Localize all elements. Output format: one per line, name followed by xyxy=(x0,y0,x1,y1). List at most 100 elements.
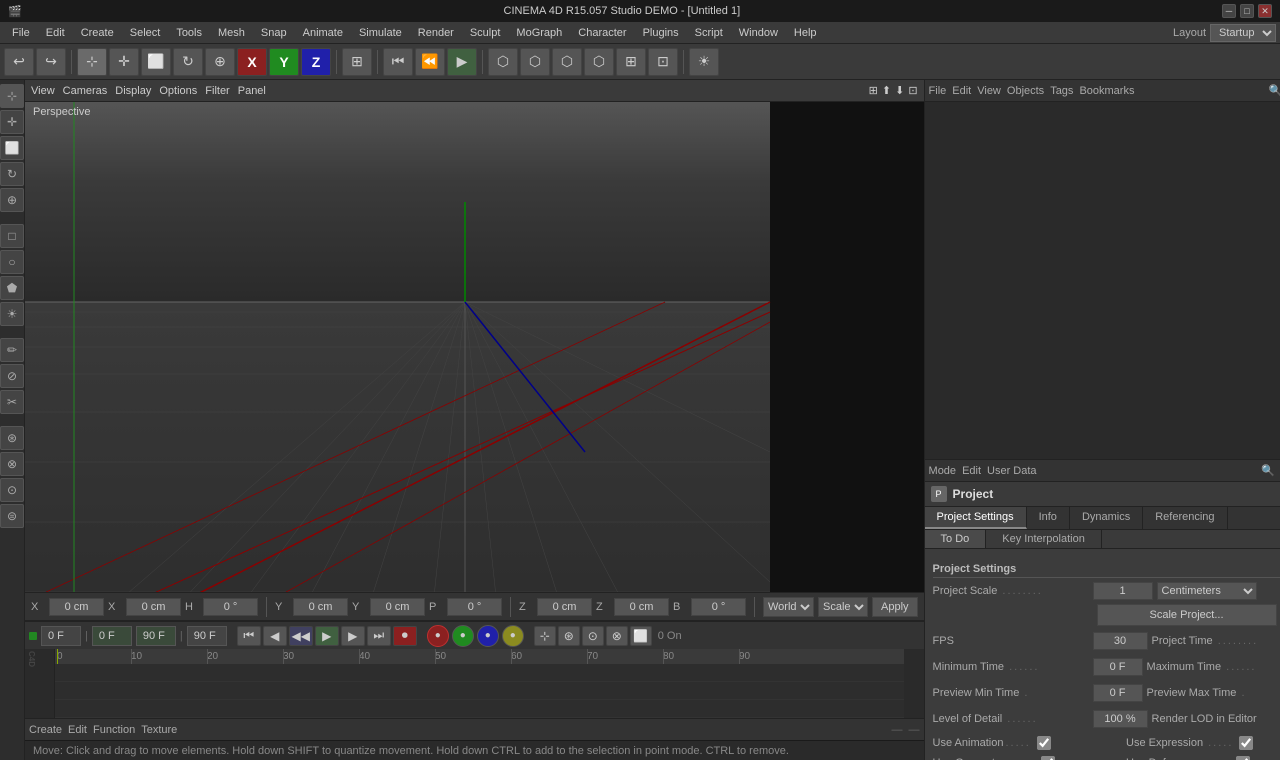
menu-help[interactable]: Help xyxy=(786,25,825,41)
sidebar-knife[interactable]: ✂ xyxy=(0,390,24,414)
x2-input[interactable] xyxy=(126,598,181,616)
menu-window[interactable]: Window xyxy=(731,25,786,41)
auto-kf-3[interactable]: ⊙ xyxy=(582,626,604,646)
transform-tool[interactable]: ⊕ xyxy=(205,48,235,76)
obj-file[interactable]: File xyxy=(929,85,947,97)
x-input[interactable] xyxy=(49,598,104,616)
kf-btn-yellow[interactable]: ● xyxy=(502,625,524,647)
menu-script[interactable]: Script xyxy=(687,25,731,41)
z-input[interactable] xyxy=(537,598,592,616)
transport-play-back[interactable]: ◀◀ xyxy=(289,626,313,646)
play-back-button[interactable]: ⏪ xyxy=(415,48,445,76)
menu-character[interactable]: Character xyxy=(570,25,634,41)
start-time-input[interactable] xyxy=(41,626,81,646)
menu-render[interactable]: Render xyxy=(410,25,462,41)
sidebar-transform[interactable]: ⊕ xyxy=(0,188,24,212)
scale-unit-select[interactable]: Centimeters Meters Millimeters xyxy=(1157,582,1257,600)
timeline-scrollbar[interactable] xyxy=(904,649,924,718)
y-input[interactable] xyxy=(293,598,348,616)
use-deformers-checkbox[interactable] xyxy=(1236,756,1250,760)
z-axis[interactable]: Z xyxy=(301,48,331,76)
min-time-input[interactable] xyxy=(1093,658,1143,676)
play-start-button[interactable]: ⏮ xyxy=(383,48,413,76)
use-animation-checkbox[interactable] xyxy=(1037,736,1051,750)
p-input[interactable] xyxy=(447,598,502,616)
preview-min-input[interactable] xyxy=(1093,684,1143,702)
maximize-button[interactable]: □ xyxy=(1240,4,1254,18)
obj-tags[interactable]: Tags xyxy=(1050,85,1073,97)
mat-texture[interactable]: Texture xyxy=(141,724,177,736)
vp-icon-1[interactable]: ⊞ xyxy=(869,84,878,97)
sidebar-cylinder[interactable]: ⬟ xyxy=(0,276,24,300)
kf-btn-green[interactable]: ● xyxy=(452,625,474,647)
b-input[interactable] xyxy=(691,598,746,616)
scale-project-button[interactable]: Scale Project... xyxy=(1097,604,1277,626)
menu-select[interactable]: Select xyxy=(122,25,169,41)
view-top[interactable]: ⬡ xyxy=(584,48,614,76)
viewport[interactable]: Perspective xyxy=(25,102,924,592)
obj-view[interactable]: View xyxy=(977,85,1001,97)
minimize-button[interactable]: ─ xyxy=(1222,4,1236,18)
y-axis[interactable]: Y xyxy=(269,48,299,76)
attr-user-data[interactable]: User Data xyxy=(987,465,1037,477)
transport-to-start[interactable]: ⏮ xyxy=(237,626,261,646)
attr-mode[interactable]: Mode xyxy=(929,465,957,477)
obj-objects[interactable]: Objects xyxy=(1007,85,1044,97)
tab-referencing[interactable]: Referencing xyxy=(1143,507,1227,529)
menu-animate[interactable]: Animate xyxy=(295,25,351,41)
z2-input[interactable] xyxy=(614,598,669,616)
mat-create[interactable]: Create xyxy=(29,724,62,736)
y2-input[interactable] xyxy=(370,598,425,616)
end-time-input[interactable] xyxy=(187,626,227,646)
light-button[interactable]: ☀ xyxy=(689,48,719,76)
obj-edit[interactable]: Edit xyxy=(952,85,971,97)
transport-play[interactable]: ▶ xyxy=(315,626,339,646)
obj-bookmarks[interactable]: Bookmarks xyxy=(1079,85,1134,97)
scale-tool[interactable]: ⬜ xyxy=(141,48,171,76)
x-axis[interactable]: X xyxy=(237,48,267,76)
auto-kf-2[interactable]: ⊛ xyxy=(558,626,580,646)
vp-tab-filter[interactable]: Filter xyxy=(205,85,229,97)
vp-icon-2[interactable]: ⬆ xyxy=(882,84,891,97)
transport-step-back[interactable]: ◀ xyxy=(263,626,287,646)
menu-file[interactable]: File xyxy=(4,25,38,41)
sidebar-extra4[interactable]: ⊜ xyxy=(0,504,24,528)
select-tool[interactable]: ⊹ xyxy=(77,48,107,76)
menu-mesh[interactable]: Mesh xyxy=(210,25,253,41)
menu-edit[interactable]: Edit xyxy=(38,25,73,41)
sidebar-light[interactable]: ☀ xyxy=(0,302,24,326)
mat-function[interactable]: Function xyxy=(93,724,135,736)
world-select[interactable]: World xyxy=(763,597,814,617)
menu-snap[interactable]: Snap xyxy=(253,25,295,41)
h-input[interactable] xyxy=(203,598,258,616)
menu-create[interactable]: Create xyxy=(73,25,122,41)
menu-simulate[interactable]: Simulate xyxy=(351,25,410,41)
vp-icon-3[interactable]: ⬇ xyxy=(895,84,904,97)
mat-edit[interactable]: Edit xyxy=(68,724,87,736)
sidebar-cube[interactable]: □ xyxy=(0,224,24,248)
tab-project-settings[interactable]: Project Settings xyxy=(925,507,1027,529)
view-4way[interactable]: ⊞ xyxy=(616,48,646,76)
auto-kf-5[interactable]: ⬜ xyxy=(630,626,652,646)
sidebar-move[interactable]: ✛ xyxy=(0,110,24,134)
tab-info[interactable]: Info xyxy=(1027,507,1070,529)
menu-tools[interactable]: Tools xyxy=(168,25,210,41)
sidebar-rotate[interactable]: ↻ xyxy=(0,162,24,186)
preview-end-input[interactable] xyxy=(136,626,176,646)
redo-button[interactable]: ↪ xyxy=(36,48,66,76)
vp-tab-panel[interactable]: Panel xyxy=(238,85,266,97)
view-perspective[interactable]: ⬡ xyxy=(488,48,518,76)
vp-tab-cameras[interactable]: Cameras xyxy=(63,85,108,97)
vp-tab-view[interactable]: View xyxy=(31,85,55,97)
tab-dynamics[interactable]: Dynamics xyxy=(1070,507,1143,529)
kf-btn-red[interactable]: ● xyxy=(427,625,449,647)
vp-tab-display[interactable]: Display xyxy=(115,85,151,97)
menu-sculpt[interactable]: Sculpt xyxy=(462,25,509,41)
rotate-tool[interactable]: ↻ xyxy=(173,48,203,76)
sidebar-extra1[interactable]: ⊛ xyxy=(0,426,24,450)
auto-kf-1[interactable]: ⊹ xyxy=(534,626,556,646)
use-expression-checkbox[interactable] xyxy=(1239,736,1253,750)
transport-to-end[interactable]: ⏭ xyxy=(367,626,391,646)
sidebar-brush[interactable]: ⊘ xyxy=(0,364,24,388)
coord-system[interactable]: ⊞ xyxy=(342,48,372,76)
